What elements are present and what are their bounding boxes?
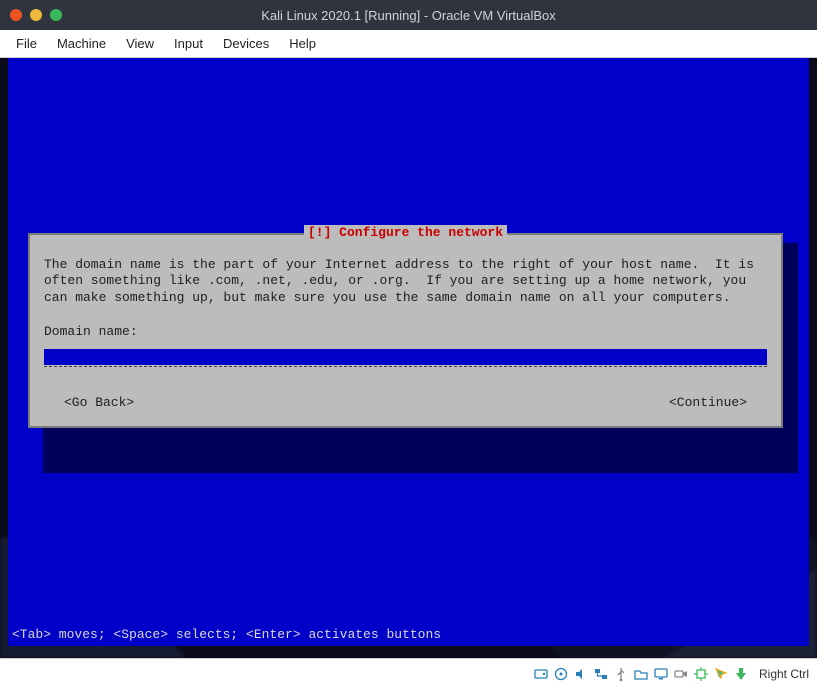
menu-help[interactable]: Help	[281, 34, 324, 53]
audio-icon[interactable]	[573, 666, 589, 682]
dialog-title: [!] Configure the network	[304, 225, 507, 240]
maximize-window-button[interactable]	[50, 9, 62, 21]
installer-background: [!] Configure the network The domain nam…	[8, 58, 809, 646]
go-back-button[interactable]: <Go Back>	[64, 395, 134, 410]
shared-folders-icon[interactable]	[633, 666, 649, 682]
input-underline	[44, 366, 767, 367]
menu-file[interactable]: File	[8, 34, 45, 53]
keyboard-hint: <Tab> moves; <Space> selects; <Enter> ac…	[12, 627, 441, 642]
menu-view[interactable]: View	[118, 34, 162, 53]
usb-icon[interactable]	[613, 666, 629, 682]
menu-machine[interactable]: Machine	[49, 34, 114, 53]
mouse-integration-icon[interactable]	[713, 666, 729, 682]
menu-input[interactable]: Input	[166, 34, 211, 53]
recording-icon[interactable]	[673, 666, 689, 682]
statusbar: Right Ctrl	[0, 658, 817, 688]
hard-disk-icon[interactable]	[533, 666, 549, 682]
menu-devices[interactable]: Devices	[215, 34, 277, 53]
host-key-label: Right Ctrl	[759, 667, 809, 681]
window-controls	[10, 9, 62, 21]
display-icon[interactable]	[653, 666, 669, 682]
network-icon[interactable]	[593, 666, 609, 682]
keyboard-capture-icon[interactable]	[733, 666, 749, 682]
dialog-description: The domain name is the part of your Inte…	[44, 257, 767, 306]
continue-button[interactable]: <Continue>	[669, 395, 747, 410]
menubar: File Machine View Input Devices Help	[0, 30, 817, 58]
close-window-button[interactable]	[10, 9, 22, 21]
domain-name-label: Domain name:	[44, 324, 767, 339]
processor-icon[interactable]	[693, 666, 709, 682]
domain-name-input[interactable]	[44, 349, 767, 365]
optical-disk-icon[interactable]	[553, 666, 569, 682]
vm-display[interactable]: [!] Configure the network The domain nam…	[0, 58, 817, 658]
minimize-window-button[interactable]	[30, 9, 42, 21]
configure-network-dialog: [!] Configure the network The domain nam…	[28, 233, 783, 428]
window-title: Kali Linux 2020.1 [Running] - Oracle VM …	[0, 8, 817, 23]
titlebar: Kali Linux 2020.1 [Running] - Oracle VM …	[0, 0, 817, 30]
